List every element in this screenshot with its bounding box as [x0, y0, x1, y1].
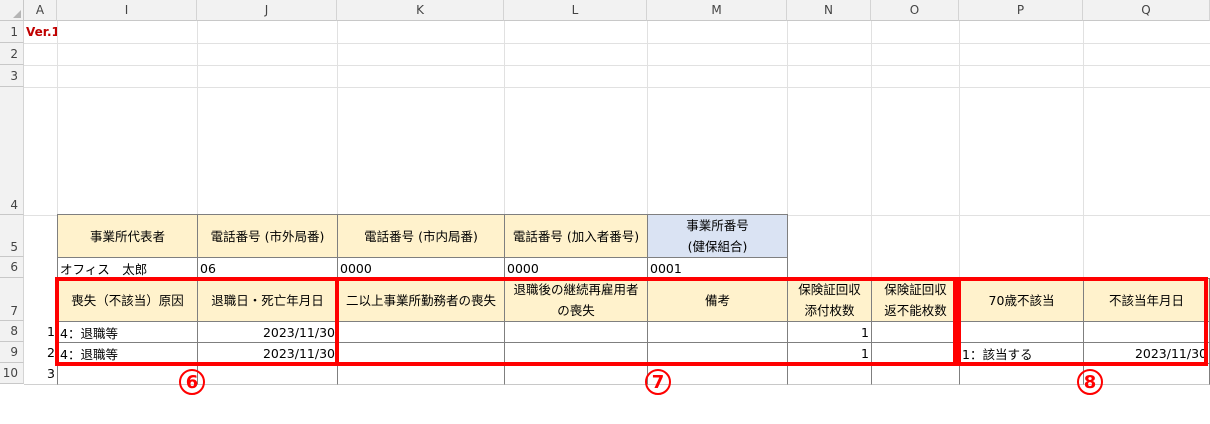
- col-header-p[interactable]: P: [959, 0, 1083, 21]
- col-header-m[interactable]: M: [647, 0, 787, 21]
- cell-office-number[interactable]: 0001: [647, 257, 788, 279]
- header-representative[interactable]: 事業所代表者: [57, 214, 198, 258]
- col-header-o[interactable]: O: [871, 0, 959, 21]
- col-header-a[interactable]: A: [24, 0, 57, 21]
- col-header-j[interactable]: J: [197, 0, 337, 21]
- row-number: 3: [47, 366, 55, 381]
- row-header-5[interactable]: 5: [0, 215, 24, 257]
- row-header-8[interactable]: 8: [0, 321, 24, 342]
- col-header-k[interactable]: K: [337, 0, 504, 21]
- header-phone-subscriber[interactable]: 電話番号 (加入者番号): [504, 214, 648, 258]
- cell-loss-reason[interactable]: [57, 363, 198, 385]
- row-header-4[interactable]: 4: [0, 87, 24, 215]
- cell-phone-area[interactable]: 06: [197, 257, 338, 279]
- circled-number-6: 6: [179, 369, 205, 395]
- cell-card-unreturnable[interactable]: [871, 363, 960, 385]
- cell-phone-local[interactable]: 0000: [337, 257, 505, 279]
- cell-representative[interactable]: オフィス 太郎: [57, 257, 198, 279]
- row-header-10[interactable]: 10: [0, 363, 24, 384]
- highlight-box-7: [335, 277, 957, 366]
- cell-card-collected[interactable]: [787, 363, 872, 385]
- spreadsheet: A I J K L M N O P Q 1 2 3 4 5 6 7 8 9 10…: [0, 0, 1210, 424]
- row-header-2[interactable]: 2: [0, 43, 24, 65]
- cell-rehire[interactable]: [504, 363, 648, 385]
- circled-number-7: 7: [645, 369, 671, 395]
- header-office-number-line1: 事業所番号: [686, 218, 749, 233]
- gridline: [24, 43, 1210, 44]
- cell-age70[interactable]: [959, 363, 1084, 385]
- cell-phone-subscriber[interactable]: 0000: [504, 257, 648, 279]
- select-all-corner[interactable]: [0, 0, 24, 21]
- header-phone-area[interactable]: 電話番号 (市外局番): [197, 214, 338, 258]
- cell-retire-date[interactable]: [197, 363, 338, 385]
- highlight-box-6: [55, 277, 339, 366]
- col-header-i[interactable]: I: [57, 0, 197, 21]
- gridline: [24, 65, 1210, 66]
- circled-number-8: 8: [1077, 369, 1103, 395]
- cell-dual-office[interactable]: [337, 363, 505, 385]
- highlight-box-8: [957, 277, 1208, 366]
- row-number: 1: [47, 324, 55, 339]
- row-header-7[interactable]: 7: [0, 278, 24, 321]
- version-label: Ver.1: [26, 25, 57, 39]
- col-header-n[interactable]: N: [787, 0, 871, 21]
- row-header-1[interactable]: 1: [0, 21, 24, 43]
- row-number: 2: [47, 345, 55, 360]
- col-header-q[interactable]: Q: [1083, 0, 1210, 21]
- row-header-9[interactable]: 9: [0, 342, 24, 363]
- col-header-l[interactable]: L: [504, 0, 647, 21]
- row-header-3[interactable]: 3: [0, 65, 24, 87]
- header-office-number[interactable]: 事業所番号 (健保組合): [647, 214, 788, 258]
- header-phone-local[interactable]: 電話番号 (市内局番): [337, 214, 505, 258]
- gridline: [24, 87, 1210, 88]
- row-header-6[interactable]: 6: [0, 257, 24, 278]
- header-office-number-line2: (健保組合): [687, 239, 748, 254]
